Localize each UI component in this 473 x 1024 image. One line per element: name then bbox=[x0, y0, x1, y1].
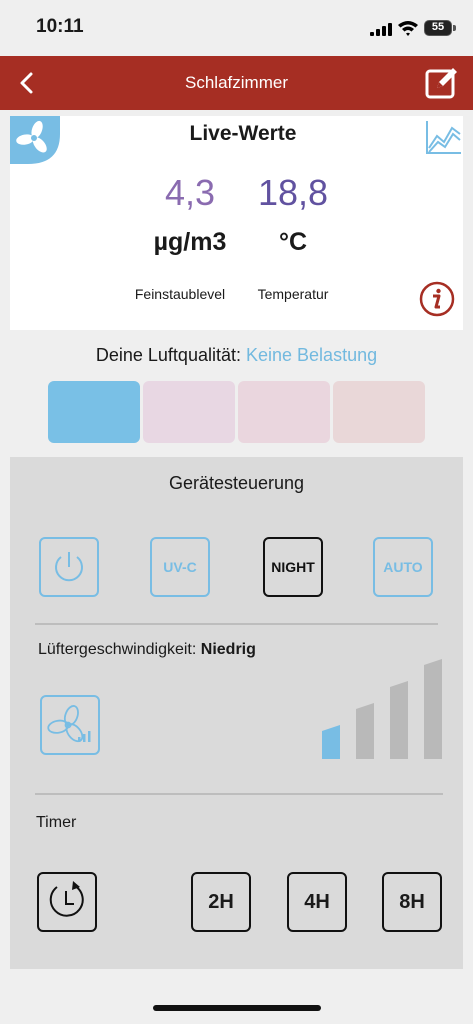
cellular-signal-icon bbox=[370, 22, 392, 36]
air-quality-line: Deine Luftqualität: Keine Belastung bbox=[0, 345, 473, 366]
uvc-button[interactable]: UV-C bbox=[150, 537, 210, 597]
air-quality-segment bbox=[48, 381, 140, 443]
nav-bar: Schlafzimmer bbox=[0, 56, 473, 110]
divider bbox=[35, 793, 443, 795]
wifi-icon bbox=[398, 21, 418, 36]
night-button[interactable]: NIGHT bbox=[263, 537, 323, 597]
timer-4h-button[interactable]: 4H bbox=[287, 872, 347, 932]
power-button[interactable] bbox=[39, 537, 99, 597]
status-time: 10:11 bbox=[36, 16, 84, 37]
air-quality-segment bbox=[333, 381, 425, 443]
timer-8h-button[interactable]: 8H bbox=[382, 872, 442, 932]
timer-button[interactable] bbox=[37, 872, 97, 932]
status-bar: 10:11 55 bbox=[0, 0, 473, 56]
fan-mode-button[interactable] bbox=[40, 695, 100, 755]
live-values-card: Live-Werte 4,3 18,8 µg/m3 °C Feinstauble… bbox=[10, 116, 463, 330]
battery-nub bbox=[453, 25, 456, 31]
fan-speed-bar[interactable] bbox=[322, 725, 340, 759]
battery-icon: 55 bbox=[424, 20, 452, 36]
fan-speed-label: Lüftergeschwindigkeit: Niedrig bbox=[38, 641, 256, 659]
fan-speed-caption: Lüftergeschwindigkeit: bbox=[38, 641, 197, 658]
fan-speed-icon bbox=[47, 705, 91, 743]
air-quality-segment bbox=[238, 381, 330, 443]
temperature-unit: °C bbox=[278, 228, 308, 256]
timer-label: Timer bbox=[36, 814, 77, 831]
fan-speed-bar[interactable] bbox=[390, 681, 408, 759]
timer-icon bbox=[49, 881, 84, 917]
auto-button[interactable]: AUTO bbox=[373, 537, 433, 597]
device-control-title: Gerätesteuerung bbox=[168, 473, 305, 493]
live-values-title: Live-Werte bbox=[189, 122, 297, 145]
power-icon bbox=[55, 552, 83, 582]
fan-speed-bar[interactable] bbox=[356, 703, 374, 759]
line-chart-icon[interactable] bbox=[424, 118, 462, 156]
temperature-label: Temperatur bbox=[257, 286, 329, 302]
air-quality-status: Keine Belastung bbox=[246, 345, 378, 365]
air-quality-label: Deine Luftqualität: bbox=[95, 345, 241, 365]
edit-icon[interactable] bbox=[424, 65, 460, 101]
page-title: Schlafzimmer bbox=[185, 73, 288, 92]
home-indicator[interactable] bbox=[153, 1005, 321, 1011]
timer-2h-button[interactable]: 2H bbox=[191, 872, 251, 932]
fan-speed-bar[interactable] bbox=[424, 659, 442, 759]
info-icon[interactable] bbox=[419, 281, 455, 317]
fan-speed-selector[interactable] bbox=[322, 657, 446, 759]
temperature-value: 18,8 bbox=[257, 172, 329, 213]
air-quality-segment bbox=[143, 381, 235, 443]
device-control-panel: Gerätesteuerung UV-C NIGHT AUTO Lüfterge… bbox=[10, 457, 463, 969]
divider bbox=[35, 623, 438, 625]
fan-speed-value: Niedrig bbox=[200, 641, 256, 658]
